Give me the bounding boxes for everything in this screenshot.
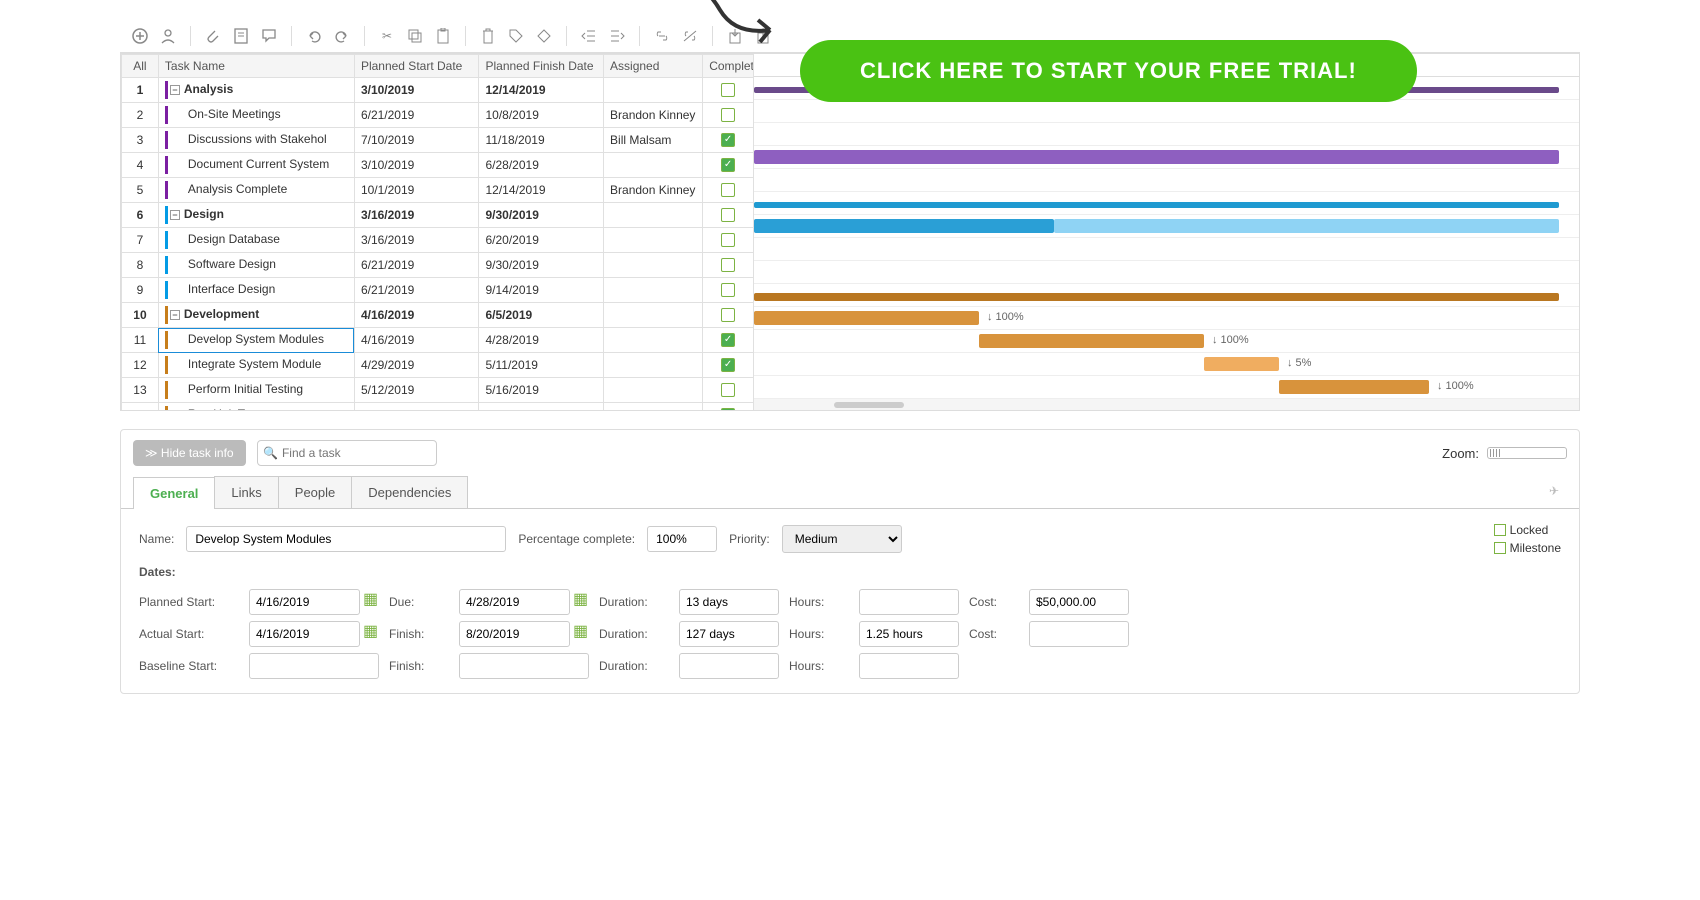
col-start[interactable]: Planned Start Date (354, 55, 479, 78)
priority-select[interactable]: Medium (782, 525, 902, 553)
comment-icon[interactable] (259, 26, 279, 46)
gantt-bar[interactable] (754, 150, 1559, 164)
hide-task-info-button[interactable]: ≫ Hide task info (133, 440, 246, 466)
gantt-bar[interactable] (754, 293, 1559, 301)
tab-links[interactable]: Links (214, 476, 278, 508)
planned-cost-input[interactable] (1029, 589, 1129, 615)
table-row[interactable]: 14Run Unit Tests5/16/20195/25/2019 (122, 403, 754, 411)
arrow-icon (640, 0, 790, 60)
name-input[interactable] (186, 526, 506, 552)
due-input[interactable] (459, 589, 570, 615)
name-label: Name: (139, 532, 174, 546)
gantt-bar[interactable] (754, 311, 979, 325)
diamond-icon[interactable] (534, 26, 554, 46)
task-grid[interactable]: All Task Name Planned Start Date Planned… (121, 54, 754, 410)
add-icon[interactable] (130, 26, 150, 46)
table-row[interactable]: 5Analysis Complete10/1/201912/14/2019Bra… (122, 178, 754, 203)
gantt-bar-label: ↓ 100% (1437, 380, 1474, 392)
table-row[interactable]: 8Software Design6/21/20199/30/2019 (122, 253, 754, 278)
gantt-bar-label: ↓ 5% (1287, 357, 1311, 369)
cta-button[interactable]: CLICK HERE TO START YOUR FREE TRIAL! (800, 40, 1417, 102)
table-row[interactable]: 2On-Site Meetings6/21/201910/8/2019Brand… (122, 103, 754, 128)
tab-dependencies[interactable]: Dependencies (351, 476, 468, 508)
table-row[interactable]: 6−Design3/16/20199/30/2019 (122, 203, 754, 228)
table-row[interactable]: 3Discussions with Stakehol7/10/201911/18… (122, 128, 754, 153)
person-icon[interactable] (158, 26, 178, 46)
table-row[interactable]: 1−Analysis3/10/201912/14/2019 (122, 78, 754, 103)
redo-icon[interactable] (332, 26, 352, 46)
table-row[interactable]: 4Document Current System3/10/20196/28/20… (122, 153, 754, 178)
planned-start-input[interactable] (249, 589, 360, 615)
send-icon[interactable]: ✈ (1541, 476, 1567, 508)
undo-icon[interactable] (304, 26, 324, 46)
gantt-bar[interactable] (1204, 357, 1279, 371)
actual-start-input[interactable] (249, 621, 360, 647)
actual-finish-input[interactable] (459, 621, 570, 647)
gantt-bar[interactable] (754, 219, 1054, 233)
gantt-bar[interactable] (754, 202, 1559, 208)
zoom-label: Zoom: (1442, 446, 1479, 461)
outdent-icon[interactable] (579, 26, 599, 46)
table-row[interactable]: 11Develop System Modules4/16/20194/28/20… (122, 328, 754, 353)
milestone-checkbox[interactable]: Milestone (1494, 541, 1561, 555)
pct-label: Percentage complete: (518, 532, 635, 546)
gantt-bar[interactable] (1054, 219, 1559, 233)
calendar-icon[interactable]: ▦ (362, 589, 379, 615)
dates-label: Dates: (139, 565, 176, 579)
baseline-duration-input[interactable] (679, 653, 779, 679)
tab-general[interactable]: General (133, 477, 215, 509)
table-row[interactable]: 7Design Database3/16/20196/20/2019 (122, 228, 754, 253)
note-icon[interactable] (231, 26, 251, 46)
paste-icon[interactable] (433, 26, 453, 46)
calendar-icon[interactable]: ▦ (572, 589, 589, 615)
col-done[interactable]: Complete (703, 55, 754, 78)
planned-hours-input[interactable] (859, 589, 959, 615)
table-row[interactable]: 10−Development4/16/20196/5/2019 (122, 303, 754, 328)
actual-cost-input[interactable] (1029, 621, 1129, 647)
cut-icon[interactable]: ✂ (377, 26, 397, 46)
actual-hours-input[interactable] (859, 621, 959, 647)
baseline-finish-input[interactable] (459, 653, 589, 679)
priority-label: Priority: (729, 532, 770, 546)
baseline-hours-input[interactable] (859, 653, 959, 679)
calendar-icon[interactable]: ▦ (572, 621, 589, 647)
tab-people[interactable]: People (278, 476, 352, 508)
table-row[interactable]: 13Perform Initial Testing5/12/20195/16/2… (122, 378, 754, 403)
gantt-bar[interactable] (1279, 380, 1429, 394)
tag-icon[interactable] (506, 26, 526, 46)
pct-input[interactable] (647, 526, 717, 552)
col-index[interactable]: All (122, 55, 159, 78)
gantt-bar-label: ↓ 100% (1212, 334, 1249, 346)
gantt-bar-label: ↓ 100% (987, 311, 1024, 323)
gantt-bar[interactable] (979, 334, 1204, 348)
col-name[interactable]: Task Name (158, 55, 354, 78)
calendar-icon[interactable]: ▦ (362, 621, 379, 647)
find-task-input[interactable] (257, 440, 437, 466)
col-finish[interactable]: Planned Finish Date (479, 55, 604, 78)
indent-icon[interactable] (607, 26, 627, 46)
zoom-slider[interactable] (1487, 447, 1567, 459)
gantt-chart[interactable]: ↓ 100% ↓ 100% ↓ 5% ↓ 100% (754, 54, 1579, 410)
locked-checkbox[interactable]: Locked (1494, 523, 1561, 537)
col-assigned[interactable]: Assigned (604, 55, 703, 78)
attach-icon[interactable] (203, 26, 223, 46)
task-details-panel: ≫ Hide task info 🔍 Zoom: General Links P… (120, 429, 1580, 694)
copy-icon[interactable] (405, 26, 425, 46)
actual-duration-input[interactable] (679, 621, 779, 647)
table-row[interactable]: 12Integrate System Module4/29/20195/11/2… (122, 353, 754, 378)
baseline-start-input[interactable] (249, 653, 379, 679)
table-row[interactable]: 9Interface Design6/21/20199/14/2019 (122, 278, 754, 303)
gantt-scrollbar[interactable] (754, 399, 1579, 410)
planned-duration-input[interactable] (679, 589, 779, 615)
delete-icon[interactable] (478, 26, 498, 46)
search-icon: 🔍 (263, 446, 278, 460)
